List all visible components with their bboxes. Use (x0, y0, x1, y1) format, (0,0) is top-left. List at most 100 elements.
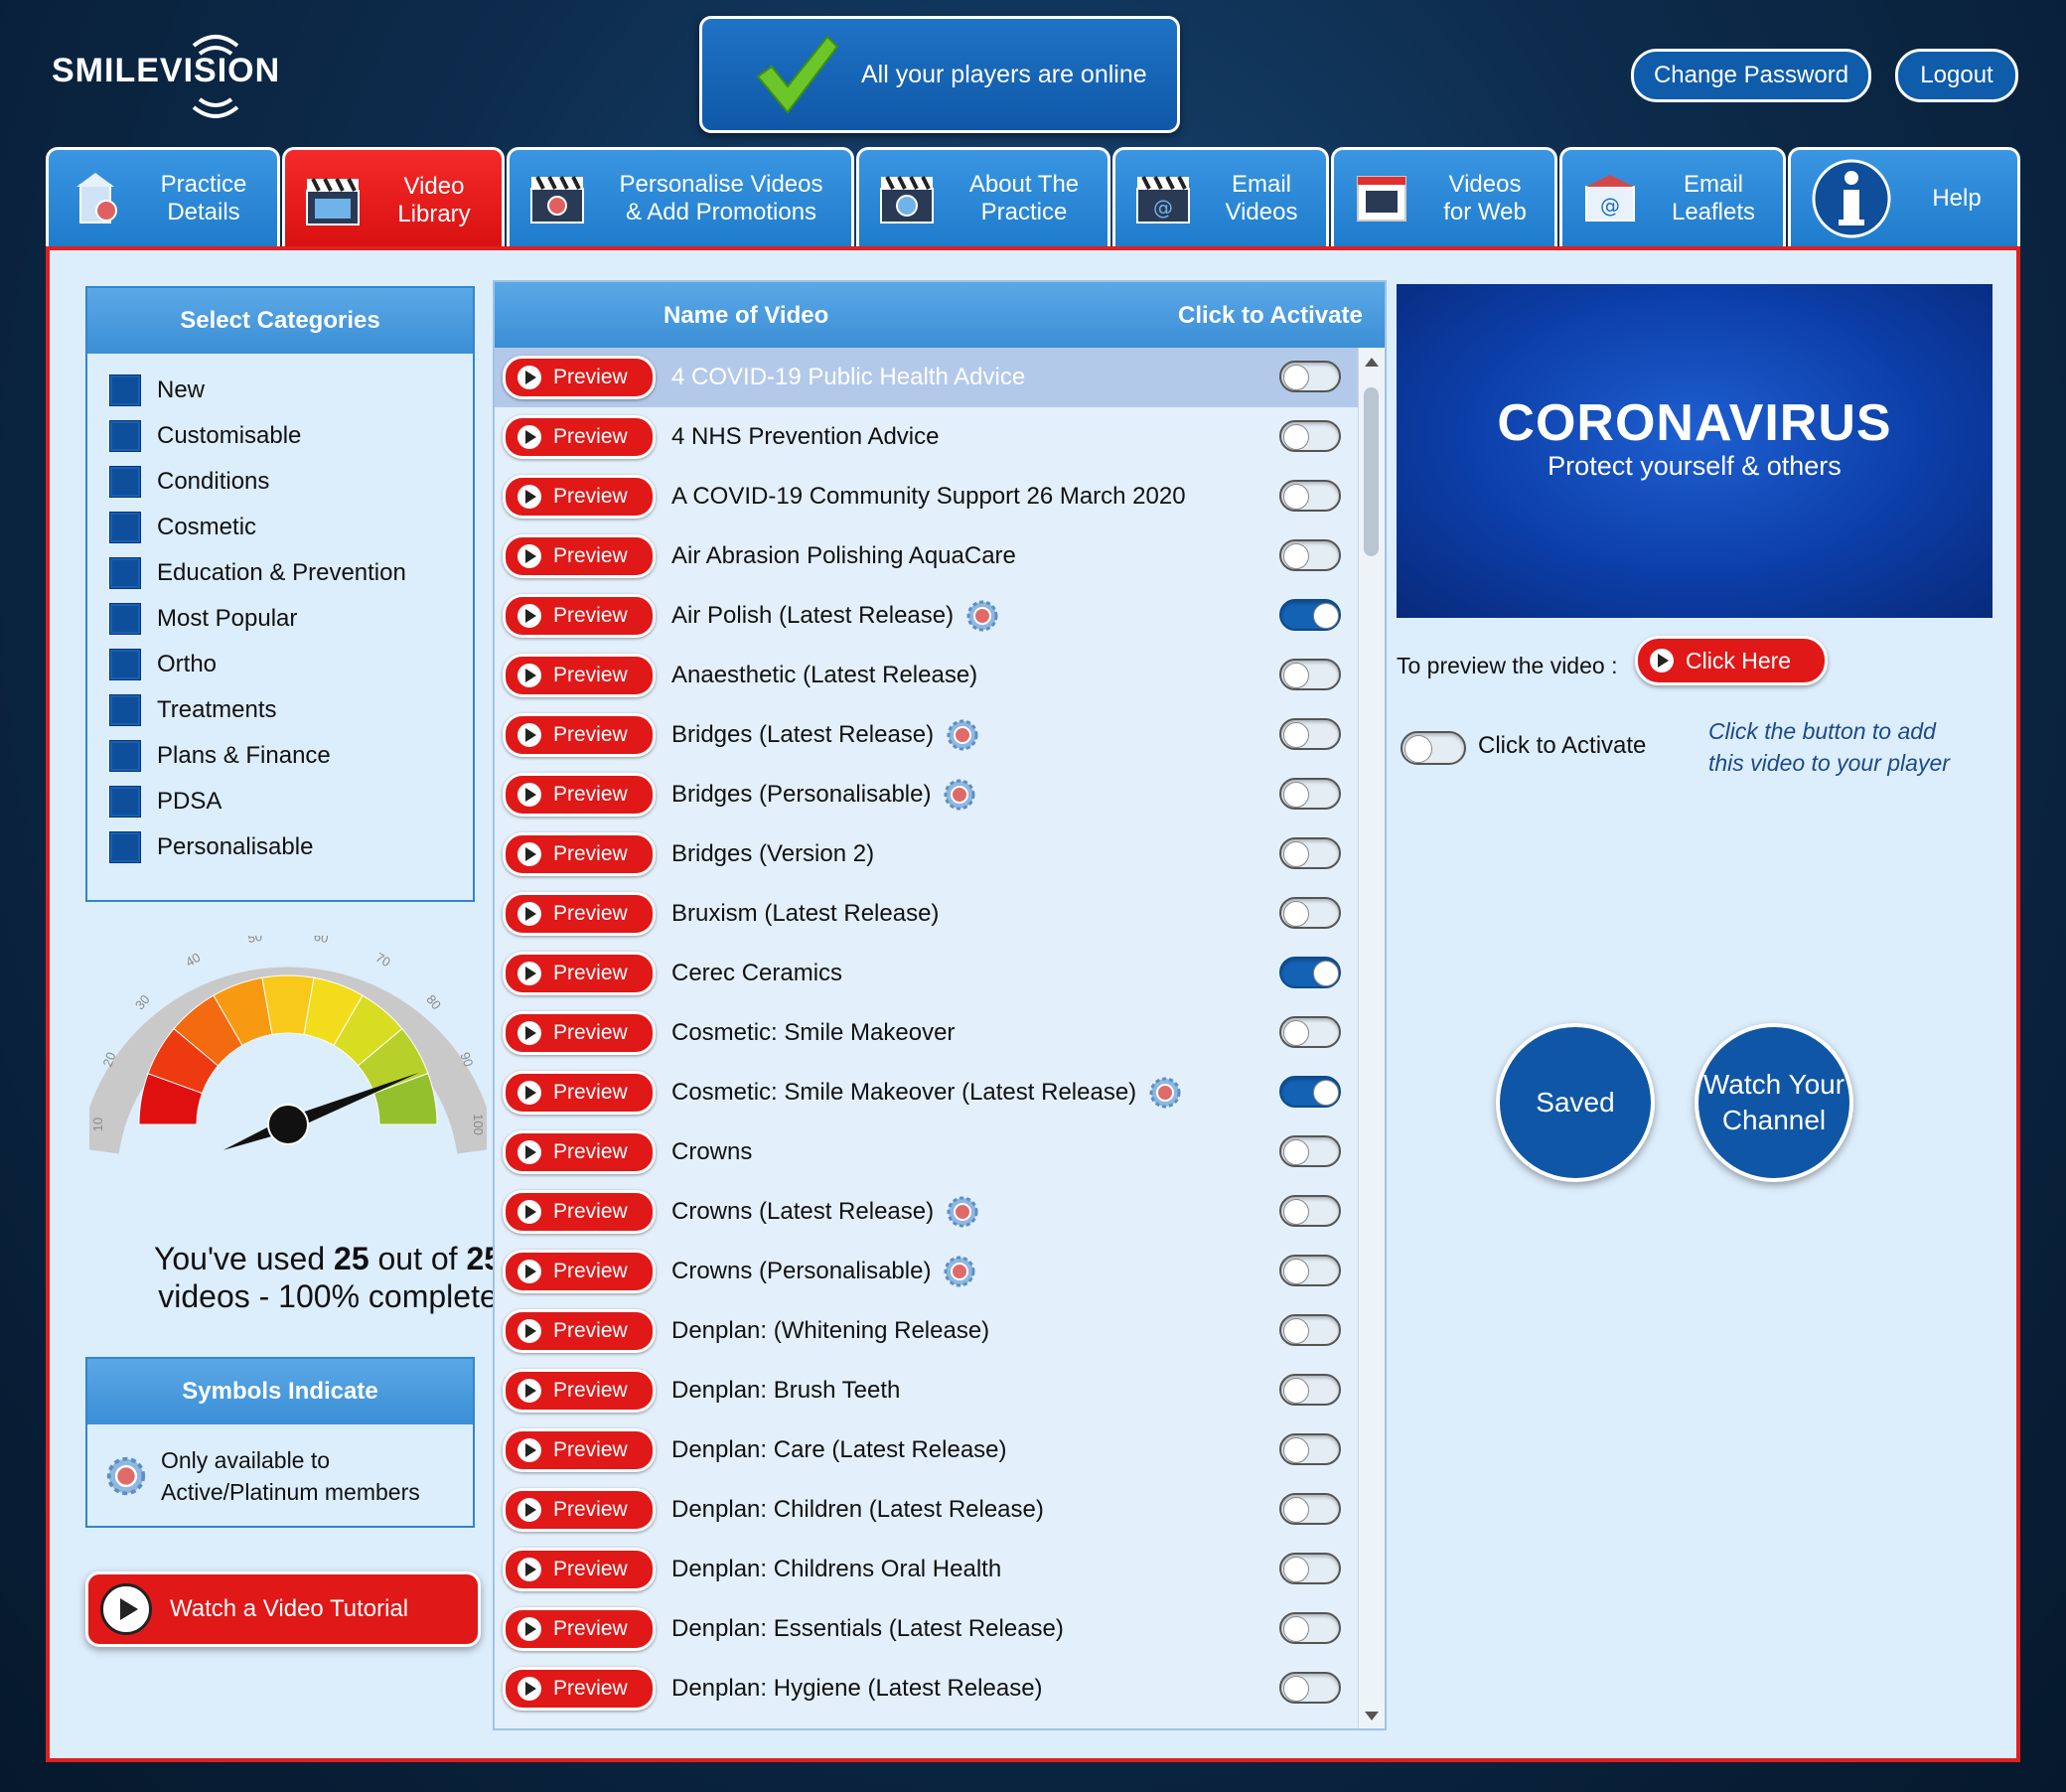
category-item[interactable]: New (87, 368, 473, 413)
preview-button[interactable]: Preview (503, 1309, 656, 1353)
category-item[interactable]: Education & Prevention (87, 550, 473, 596)
preview-button[interactable]: Preview (503, 415, 656, 459)
video-row[interactable]: Preview A COVID-19 Community Support 26 M… (495, 467, 1385, 526)
activate-toggle[interactable] (1279, 778, 1341, 810)
video-row[interactable]: Preview Air Polish (Latest Release) (495, 586, 1385, 646)
video-row[interactable]: Preview Cosmetic: Smile Makeover (495, 1003, 1385, 1063)
scroll-up-arrow[interactable] (1365, 358, 1379, 367)
video-row[interactable]: Preview 4 NHS Prevention Advice (495, 407, 1385, 467)
activate-toggle[interactable] (1279, 1135, 1341, 1167)
video-thumbnail[interactable]: CORONAVIRUS Protect yourself & others (1397, 284, 1992, 618)
category-item[interactable]: Personalisable (87, 824, 473, 870)
preview-button[interactable]: Preview (503, 1548, 656, 1591)
activate-toggle[interactable] (1279, 599, 1341, 631)
preview-button[interactable]: Preview (503, 356, 656, 399)
activate-toggle[interactable] (1279, 1016, 1341, 1048)
video-row[interactable]: Preview Bridges (Latest Release) (495, 705, 1385, 765)
preview-button[interactable]: Preview (503, 713, 656, 757)
category-checkbox[interactable] (109, 466, 141, 498)
preview-button[interactable]: Preview (503, 1607, 656, 1651)
preview-button[interactable]: Preview (503, 773, 656, 817)
activate-toggle[interactable] (1279, 539, 1341, 571)
click-here-button[interactable]: Click Here (1635, 636, 1828, 685)
video-row[interactable]: Preview Anaesthetic (Latest Release) (495, 646, 1385, 705)
preview-button[interactable]: Preview (503, 1011, 656, 1055)
preview-button[interactable]: Preview (503, 952, 656, 995)
video-row[interactable]: Preview Bridges (Personalisable) (495, 765, 1385, 824)
change-password-button[interactable]: Change Password (1631, 49, 1871, 102)
activate-toggle[interactable] (1279, 480, 1341, 512)
preview-button[interactable]: Preview (503, 1071, 656, 1115)
activate-toggle[interactable] (1279, 1255, 1341, 1286)
category-checkbox[interactable] (109, 557, 141, 589)
activate-toggle[interactable] (1279, 659, 1341, 690)
video-row[interactable]: Preview Air Abrasion Polishing AquaCare (495, 526, 1385, 586)
preview-button[interactable]: Preview (503, 1190, 656, 1234)
video-row[interactable]: Preview Cerec Ceramics (495, 944, 1385, 1003)
category-checkbox[interactable] (109, 512, 141, 543)
category-item[interactable]: Cosmetic (87, 505, 473, 550)
activate-toggle[interactable] (1279, 420, 1341, 452)
list-scrollbar[interactable] (1358, 348, 1385, 1728)
category-item[interactable]: Most Popular (87, 596, 473, 642)
video-row[interactable]: Preview Crowns (495, 1122, 1385, 1182)
activate-toggle[interactable] (1401, 731, 1466, 765)
preview-button[interactable]: Preview (503, 892, 656, 936)
video-row[interactable]: Preview Denplan: Essentials (Latest Relea… (495, 1599, 1385, 1659)
watch-your-channel-button[interactable]: Watch Your Channel (1695, 1023, 1853, 1182)
activate-toggle[interactable] (1279, 1612, 1341, 1644)
category-checkbox[interactable] (109, 420, 141, 452)
tab-email-leaflets[interactable]: @ Email Leaflets (1559, 147, 1786, 246)
preview-button[interactable]: Preview (503, 654, 656, 697)
video-row[interactable]: Preview Denplan: (Whitening Release) (495, 1301, 1385, 1361)
preview-button[interactable]: Preview (503, 594, 656, 638)
tab-video-library[interactable]: Video Library (282, 147, 505, 250)
tab-videos-for-web[interactable]: Videos for Web (1331, 147, 1557, 246)
video-row[interactable]: Preview Bruxism (Latest Release) (495, 884, 1385, 944)
tab-help[interactable]: Help (1788, 147, 2020, 246)
preview-button[interactable]: Preview (503, 1667, 656, 1711)
activate-toggle[interactable] (1279, 897, 1341, 929)
saved-button[interactable]: Saved (1496, 1023, 1655, 1182)
logout-button[interactable]: Logout (1895, 49, 2018, 102)
preview-button[interactable]: Preview (503, 1250, 656, 1293)
category-checkbox[interactable] (109, 374, 141, 406)
activate-toggle[interactable] (1279, 1553, 1341, 1584)
video-row[interactable]: Preview Denplan: Hygiene (Latest Release) (495, 1659, 1385, 1718)
activate-toggle[interactable] (1279, 1493, 1341, 1525)
scroll-thumb[interactable] (1364, 387, 1379, 556)
category-checkbox[interactable] (109, 831, 141, 863)
video-row[interactable]: Preview Denplan: Care (Latest Release) (495, 1420, 1385, 1480)
activate-toggle[interactable] (1279, 1374, 1341, 1406)
activate-toggle[interactable] (1279, 957, 1341, 988)
preview-button[interactable]: Preview (503, 1488, 656, 1532)
watch-tutorial-button[interactable]: Watch a Video Tutorial (85, 1571, 481, 1647)
tab-about-the-practice[interactable]: About The Practice (856, 147, 1110, 246)
video-row[interactable]: Preview Cosmetic: Smile Makeover (Latest … (495, 1063, 1385, 1122)
activate-toggle[interactable] (1279, 837, 1341, 869)
activate-toggle[interactable] (1279, 718, 1341, 750)
category-checkbox[interactable] (109, 649, 141, 680)
category-checkbox[interactable] (109, 740, 141, 772)
category-checkbox[interactable] (109, 603, 141, 635)
category-item[interactable]: Customisable (87, 413, 473, 459)
activate-toggle[interactable] (1279, 1195, 1341, 1227)
preview-button[interactable]: Preview (503, 1130, 656, 1174)
activate-toggle[interactable] (1279, 1433, 1341, 1465)
preview-button[interactable]: Preview (503, 832, 656, 876)
video-row[interactable]: Preview Bridges (Version 2) (495, 824, 1385, 884)
category-item[interactable]: Ortho (87, 642, 473, 687)
activate-toggle[interactable] (1279, 361, 1341, 392)
tab-practice-details[interactable]: Practice Details (46, 147, 280, 246)
category-checkbox[interactable] (109, 694, 141, 726)
activate-toggle[interactable] (1279, 1314, 1341, 1346)
category-checkbox[interactable] (109, 786, 141, 818)
activate-toggle[interactable] (1279, 1076, 1341, 1108)
tab-personalise-videos[interactable]: Personalise Videos & Add Promotions (507, 147, 854, 246)
category-item[interactable]: Conditions (87, 459, 473, 505)
activate-toggle[interactable] (1279, 1672, 1341, 1704)
video-row[interactable]: Preview Denplan: Childrens Oral Health (495, 1540, 1385, 1599)
preview-button[interactable]: Preview (503, 475, 656, 519)
video-row[interactable]: Preview 4 COVID-19 Public Health Advice (495, 348, 1385, 407)
preview-button[interactable]: Preview (503, 1428, 656, 1472)
